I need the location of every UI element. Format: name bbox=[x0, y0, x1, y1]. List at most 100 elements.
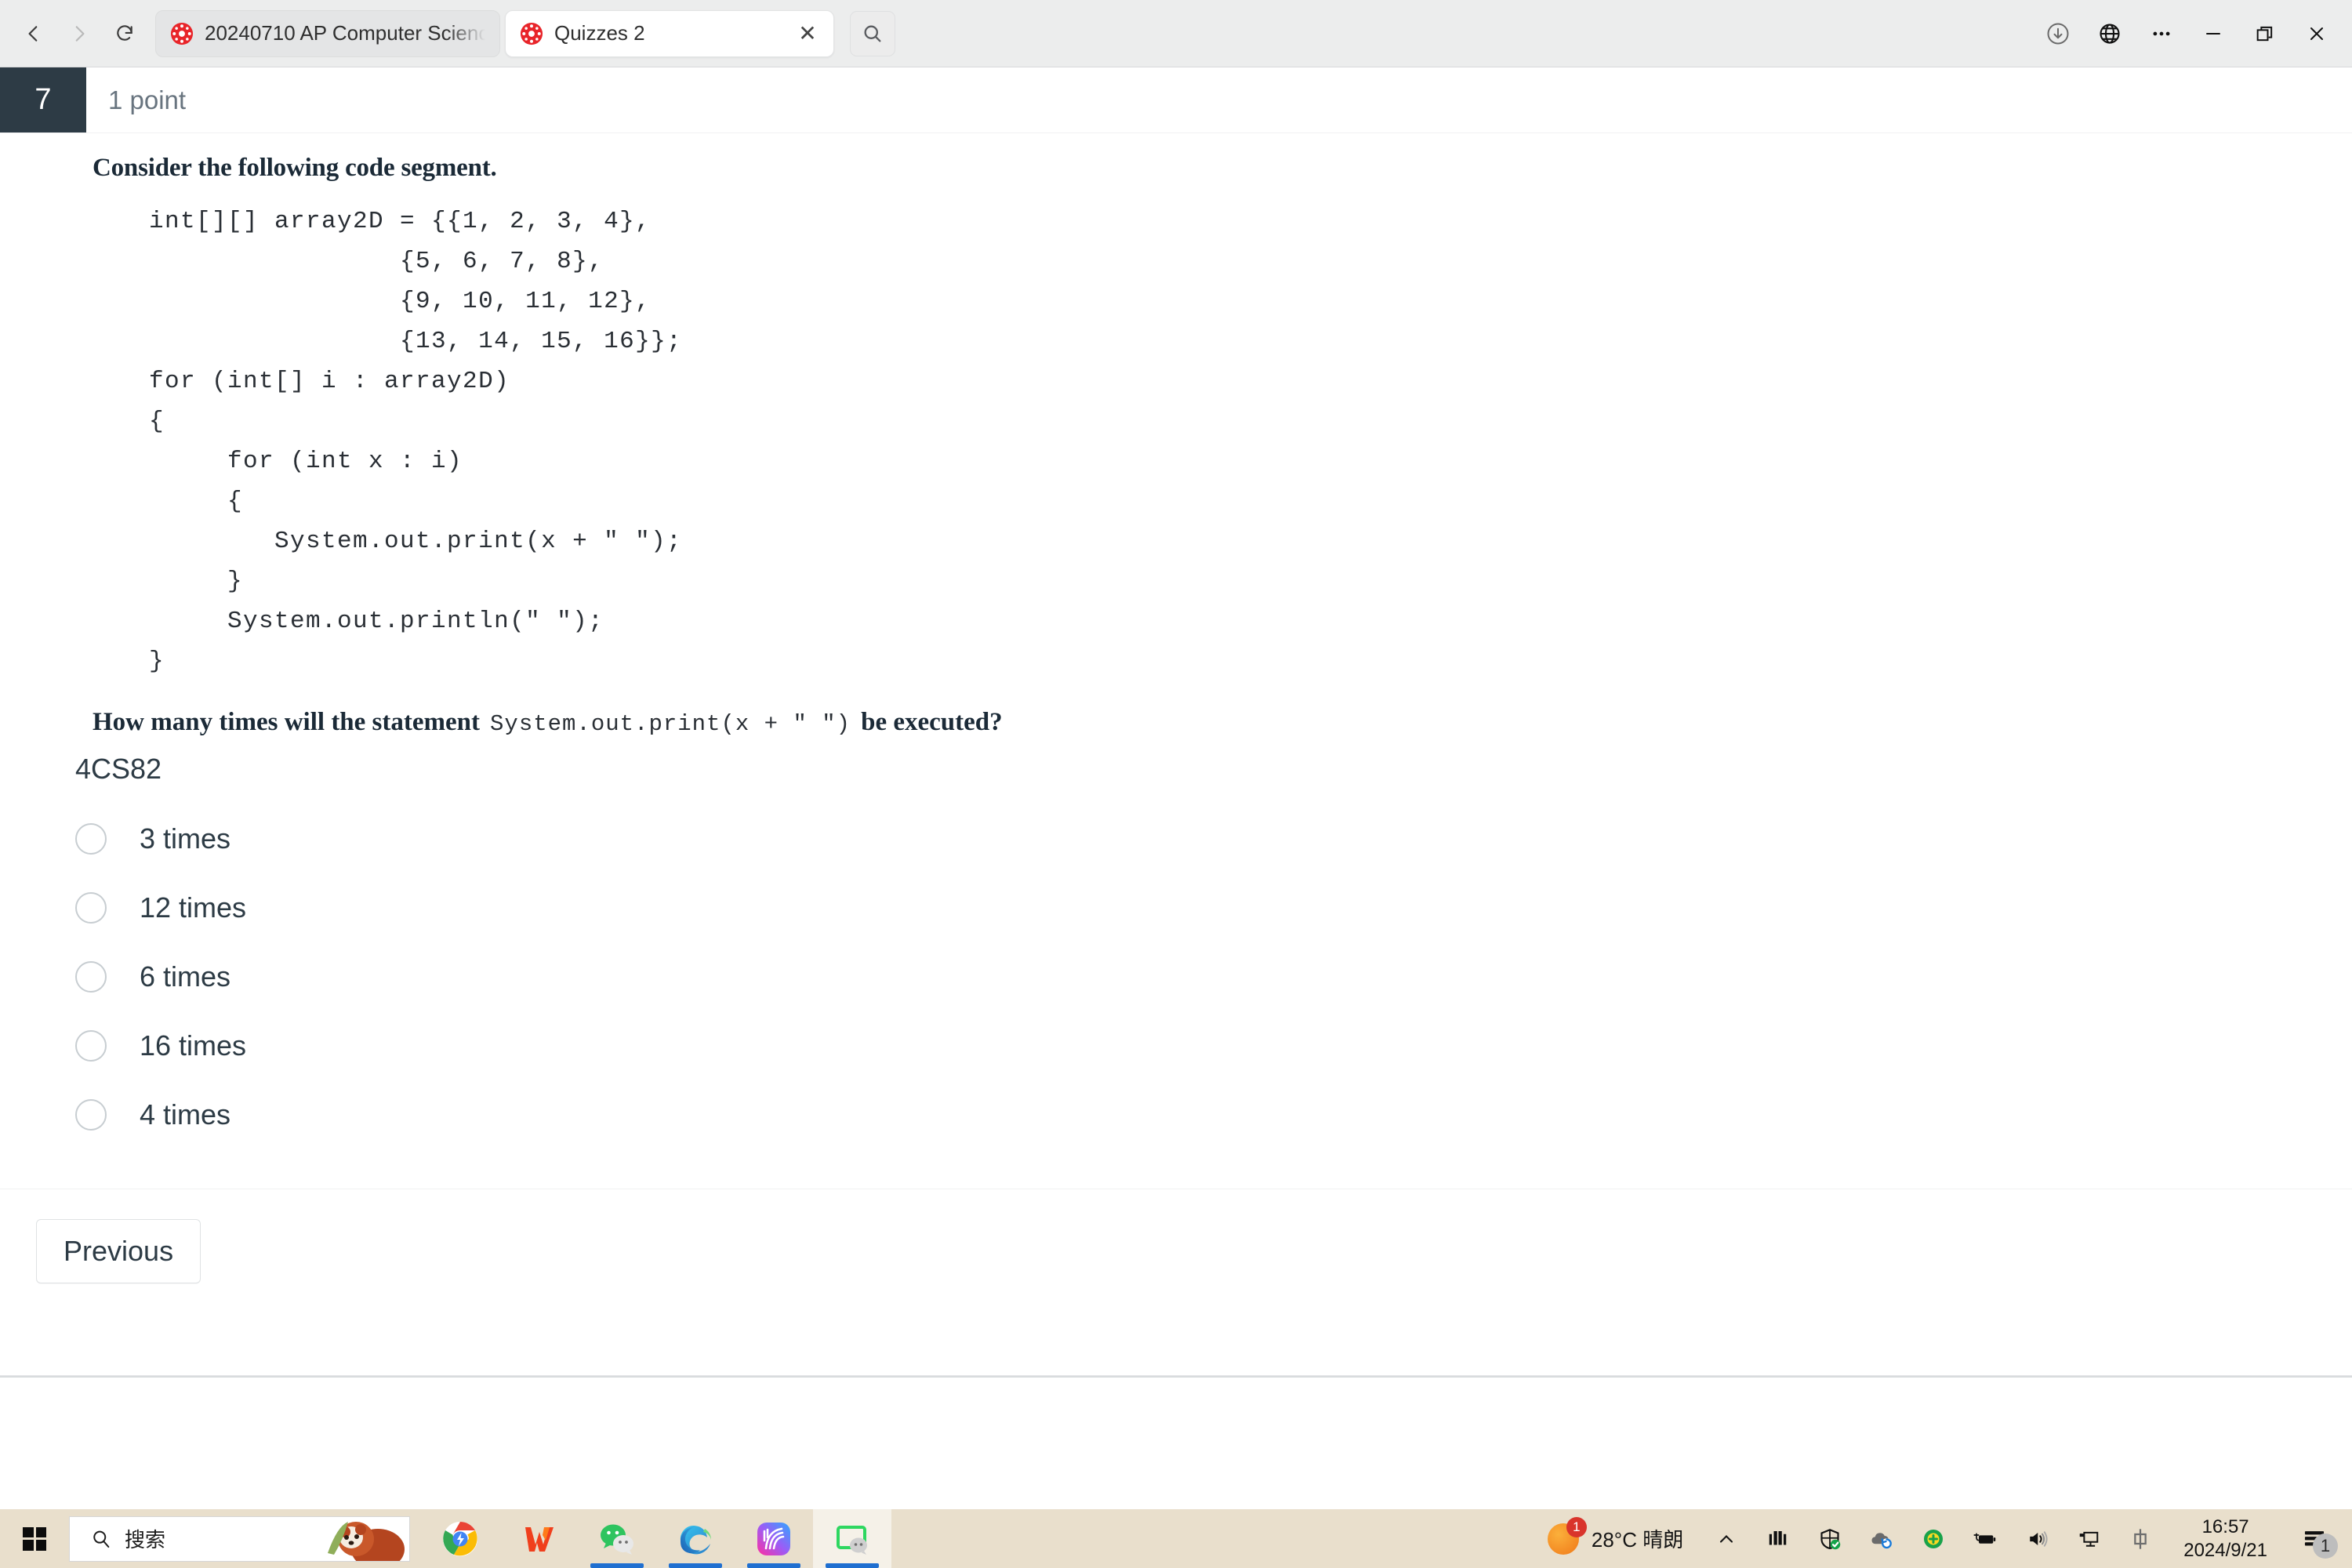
answer-label: 12 times bbox=[140, 891, 247, 924]
tray-icon-volume[interactable] bbox=[2011, 1509, 2063, 1568]
search-icon bbox=[864, 25, 881, 42]
windows-taskbar: 搜索 1 28°C 晴朗 16:57 2024/9/21 1 bbox=[0, 1509, 2352, 1568]
answer-label: 4 times bbox=[140, 1098, 231, 1131]
edge-icon bbox=[680, 1525, 711, 1554]
restore-icon bbox=[2256, 26, 2273, 41]
window-controls bbox=[2034, 11, 2352, 56]
tray-icon-360-safe[interactable] bbox=[1907, 1509, 1959, 1568]
taskbar-search-box[interactable]: 搜索 bbox=[69, 1515, 410, 1562]
browser-mode-button[interactable] bbox=[2085, 11, 2134, 56]
onedrive-sync-icon bbox=[1871, 1532, 1893, 1548]
answer-label: 3 times bbox=[140, 822, 231, 855]
question-body: Consider the following code segment. int… bbox=[0, 133, 2352, 1283]
tray-icon-security[interactable] bbox=[1804, 1509, 1856, 1568]
navigation-controls bbox=[0, 13, 146, 55]
weather-badge: 1 bbox=[1566, 1516, 1587, 1537]
tab-title: 20240710 AP Computer Science bbox=[205, 21, 485, 45]
browser-tab-active[interactable]: Quizzes 2 ✕ bbox=[505, 9, 834, 57]
question-statement-suffix: be executed? bbox=[861, 708, 1003, 736]
question-statement: How many times will the statement System… bbox=[0, 681, 2352, 737]
page-bottom-rule bbox=[0, 1375, 2352, 1377]
answer-option[interactable]: 12 times bbox=[75, 873, 2352, 942]
tab-strip: 20240710 AP Computer Science Quizzes 2 ✕ bbox=[155, 9, 895, 57]
reload-icon bbox=[117, 24, 132, 41]
browser-tab-inactive[interactable]: 20240710 AP Computer Science bbox=[155, 9, 500, 57]
red-panda-decoration-icon bbox=[328, 1521, 405, 1561]
volume-icon bbox=[2030, 1530, 2048, 1547]
code-segment: int[][] array2D = {{1, 2, 3, 4}, {5, 6, … bbox=[149, 208, 683, 675]
tray-icon-onedrive[interactable] bbox=[1856, 1509, 1907, 1568]
tray-icon-network[interactable] bbox=[2063, 1509, 2114, 1568]
question-code-tag: 4CS82 bbox=[75, 753, 162, 785]
chrome-icon bbox=[443, 1521, 477, 1556]
question-header: 7 1 point bbox=[0, 67, 2352, 133]
answer-option[interactable]: 4 times bbox=[75, 1080, 2352, 1149]
close-icon bbox=[2310, 27, 2323, 40]
taskbar-clock[interactable]: 16:57 2024/9/21 bbox=[2166, 1509, 2285, 1568]
previous-button[interactable]: Previous bbox=[36, 1219, 201, 1283]
wechat-devtools-icon bbox=[837, 1525, 867, 1555]
wechat-icon bbox=[601, 1524, 633, 1555]
browser-chrome: 20240710 AP Computer Science Quizzes 2 ✕ bbox=[0, 0, 2352, 67]
minimize-icon bbox=[2206, 32, 2220, 34]
maximize-restore-button[interactable] bbox=[2241, 11, 2289, 56]
taskbar-apps bbox=[421, 1509, 891, 1568]
show-hidden-icons-button[interactable] bbox=[1700, 1509, 1752, 1568]
tab-close-button[interactable]: ✕ bbox=[796, 22, 819, 45]
question-statement-code: System.out.print(x + " ") bbox=[490, 711, 851, 737]
canvas-lms-icon bbox=[170, 22, 194, 45]
ellipsis-icon bbox=[2153, 31, 2170, 35]
more-menu-button[interactable] bbox=[2137, 11, 2186, 56]
answer-option[interactable]: 16 times bbox=[75, 1011, 2352, 1080]
reload-button[interactable] bbox=[103, 13, 146, 55]
answer-options: 3 times 12 times 6 times 16 times 4 time… bbox=[0, 786, 2352, 1149]
canvas-lms-icon bbox=[520, 22, 543, 45]
iobit-icon bbox=[1769, 1530, 1787, 1544]
back-button[interactable] bbox=[13, 13, 55, 55]
windows-start-icon bbox=[23, 1526, 46, 1551]
weather-widget[interactable]: 1 28°C 晴朗 bbox=[1537, 1509, 1700, 1568]
tray-icon-iobit[interactable] bbox=[1752, 1509, 1804, 1568]
forward-button[interactable] bbox=[58, 13, 100, 55]
wps-office-icon bbox=[525, 1526, 554, 1552]
taskbar-app-edge[interactable] bbox=[656, 1509, 735, 1568]
weather-text: 28°C 晴朗 bbox=[1591, 1528, 1684, 1552]
close-window-button[interactable] bbox=[2292, 11, 2341, 56]
tab-title: Quizzes 2 bbox=[554, 21, 645, 45]
ime-chinese-icon bbox=[2134, 1528, 2147, 1549]
question-prompt: Consider the following code segment. bbox=[93, 154, 497, 182]
notification-center-button[interactable]: 1 bbox=[2285, 1509, 2344, 1568]
taskbar-app-wps[interactable] bbox=[499, 1509, 578, 1568]
clock-time: 16:57 bbox=[2201, 1515, 2249, 1537]
radio-button[interactable] bbox=[75, 1099, 107, 1131]
radio-button[interactable] bbox=[75, 1030, 107, 1062]
chevron-up-icon bbox=[1720, 1534, 1733, 1543]
ime-indicator[interactable] bbox=[2114, 1509, 2166, 1568]
answer-option[interactable]: 6 times bbox=[75, 942, 2352, 1011]
answer-label: 6 times bbox=[140, 960, 231, 993]
forward-arrow-icon bbox=[75, 25, 85, 42]
battery-charging-icon bbox=[1973, 1533, 1996, 1544]
360-safe-icon bbox=[1924, 1529, 1944, 1548]
radio-button[interactable] bbox=[75, 961, 107, 993]
meitu-icon bbox=[757, 1522, 790, 1555]
answer-label: 16 times bbox=[140, 1029, 247, 1062]
notification-count-badge: 1 bbox=[2313, 1534, 2338, 1559]
security-shield-icon bbox=[1820, 1528, 1841, 1549]
taskbar-app-wechat[interactable] bbox=[578, 1509, 656, 1568]
answer-option[interactable]: 3 times bbox=[75, 804, 2352, 873]
search-icon bbox=[93, 1530, 110, 1548]
back-arrow-icon bbox=[28, 25, 38, 42]
radio-button[interactable] bbox=[75, 823, 107, 855]
taskbar-app-wechat-devtools[interactable] bbox=[813, 1509, 891, 1568]
start-button[interactable] bbox=[0, 1509, 69, 1568]
radio-button[interactable] bbox=[75, 892, 107, 924]
weather-sun-icon: 1 bbox=[1547, 1516, 1587, 1555]
tab-search-button[interactable] bbox=[850, 10, 895, 56]
tray-icon-battery[interactable] bbox=[1959, 1509, 2011, 1568]
minimize-button[interactable] bbox=[2189, 11, 2238, 56]
taskbar-app-meitu[interactable] bbox=[735, 1509, 813, 1568]
taskbar-app-chrome[interactable] bbox=[421, 1509, 499, 1568]
downloads-button[interactable] bbox=[2034, 11, 2082, 56]
quiz-page: 7 1 point Consider the following code se… bbox=[0, 67, 2352, 1490]
